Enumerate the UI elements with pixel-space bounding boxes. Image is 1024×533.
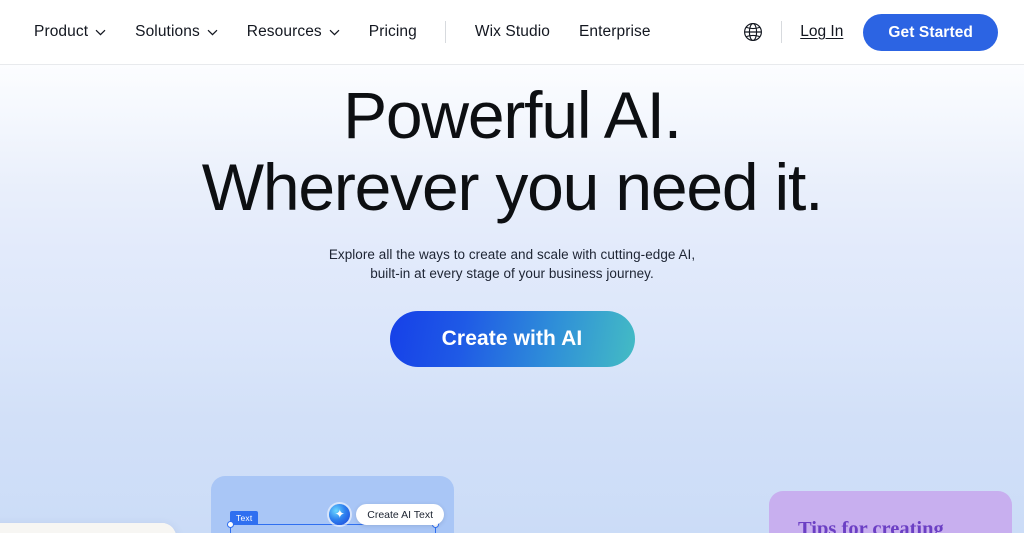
globe-icon[interactable] — [743, 22, 763, 42]
feature-cards-strip: nge layout ✕ Text — [0, 473, 1024, 533]
nav-item-resources[interactable]: Resources — [247, 23, 340, 41]
resize-handle-top-left[interactable] — [227, 521, 234, 528]
card-cool-shades[interactable]: Text COOL SHADES Create AI Text — [211, 476, 454, 533]
hero-subtitle-line-2: built-in at every stage of your business… — [370, 265, 654, 281]
chevron-down-icon — [207, 29, 218, 35]
shades-card-canvas: Text COOL SHADES Create AI Text — [211, 476, 454, 533]
create-ai-text-button[interactable]: Create AI Text — [356, 504, 444, 525]
nav-item-product[interactable]: Product — [34, 23, 106, 41]
nav-item-label: Resources — [246, 23, 322, 40]
card-change-layout[interactable]: nge layout ✕ — [0, 523, 176, 533]
nav-item-label: Wix Studio — [474, 23, 550, 40]
ai-text-toolbar: Create AI Text — [329, 504, 444, 525]
hero-section: Powerful AI. Wherever you need it. Explo… — [0, 65, 1024, 533]
card-design-tips[interactable]: Tips for creating stunning visuals Text — [769, 491, 1012, 533]
hero-subtitle-line-1: Explore all the ways to create and scale… — [328, 247, 696, 262]
ai-sparkle-icon[interactable] — [329, 504, 351, 525]
page-title: Powerful AI. Wherever you need it. — [0, 79, 1024, 223]
nav-item-label: Enterprise — [578, 23, 651, 40]
hero-cta-container: Create with AI — [0, 311, 1024, 367]
layout-card-header: nge layout ✕ — [0, 523, 176, 533]
tips-title-line-1: Tips for creating — [798, 518, 944, 533]
header-actions: Log In Get Started — [743, 13, 998, 51]
nav-item-label: Product — [34, 23, 89, 40]
hero-title-line-1: Powerful AI. — [343, 78, 682, 152]
primary-navigation: Product Solutions Resources Pricing Wix … — [34, 21, 651, 43]
create-with-ai-button[interactable]: Create with AI — [389, 311, 635, 367]
chevron-down-icon — [95, 29, 106, 35]
site-header: Product Solutions Resources Pricing Wix … — [0, 0, 1024, 65]
nav-item-wix-studio[interactable]: Wix Studio — [475, 23, 550, 41]
nav-item-label: Solutions — [135, 23, 200, 40]
text-selection-box[interactable]: Text — [227, 511, 439, 533]
chevron-down-icon — [329, 29, 340, 35]
hero-title-line-2: Wherever you need it. — [201, 150, 824, 224]
tips-card-title: Tips for creating stunning visuals — [798, 517, 994, 533]
nav-item-pricing[interactable]: Pricing — [369, 23, 417, 41]
nav-item-enterprise[interactable]: Enterprise — [579, 23, 651, 41]
nav-divider — [444, 21, 446, 43]
login-link[interactable]: Log In — [800, 23, 843, 41]
nav-item-solutions[interactable]: Solutions — [135, 23, 218, 41]
nav-item-label: Pricing — [368, 23, 417, 40]
hero-subtitle: Explore all the ways to create and scale… — [0, 246, 1024, 283]
header-divider — [781, 21, 783, 43]
selection-tag-label: Text — [230, 511, 259, 525]
get-started-button[interactable]: Get Started — [863, 13, 998, 51]
